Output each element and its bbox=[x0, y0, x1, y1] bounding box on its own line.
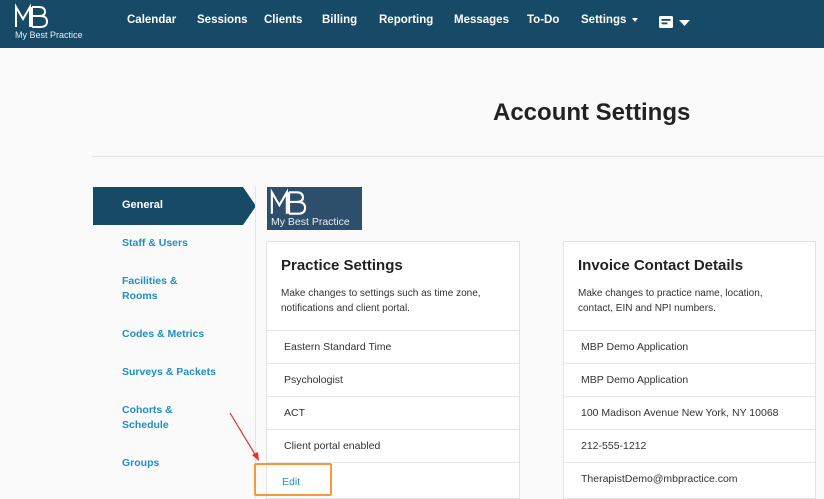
header-divider bbox=[92, 156, 824, 157]
card-footer bbox=[267, 462, 519, 495]
nav-reporting[interactable]: Reporting bbox=[379, 14, 433, 26]
contact-row-phone: 212-555-1212 bbox=[564, 429, 815, 462]
sidebar-item-facilities-rooms[interactable]: Facilities & Rooms bbox=[122, 274, 192, 304]
card-title: Practice Settings bbox=[281, 257, 403, 274]
brand-name: My Best Practice bbox=[15, 30, 83, 40]
app-logo[interactable]: My Best Practice bbox=[14, 3, 94, 43]
mb-logo-mark-icon bbox=[15, 3, 49, 28]
sidebar-item-codes-metrics[interactable]: Codes & Metrics bbox=[122, 327, 242, 342]
setting-row-client-portal: Client portal enabled bbox=[267, 429, 519, 462]
nav-sessions[interactable]: Sessions bbox=[197, 14, 248, 26]
setting-row-timezone: Eastern Standard Time bbox=[267, 330, 519, 363]
card-title: Invoice Contact Details bbox=[578, 257, 744, 274]
card-description: Make changes to practice name, location,… bbox=[578, 288, 763, 314]
sidebar-item-general[interactable]: General bbox=[93, 187, 256, 225]
sidebar-item-staff-users[interactable]: Staff & Users bbox=[122, 236, 242, 251]
invoice-contact-card: Invoice Contact Details Make changes to … bbox=[563, 241, 816, 499]
contact-row-practice-name: MBP Demo Application bbox=[564, 330, 815, 363]
setting-row-provider-type: Psychologist bbox=[267, 363, 519, 396]
sidebar-item-label: General bbox=[122, 199, 163, 211]
sidebar-item-cohorts-schedule[interactable]: Cohorts & Schedule bbox=[122, 403, 187, 433]
page-title: Account Settings bbox=[493, 99, 691, 126]
nav-clients[interactable]: Clients bbox=[264, 14, 302, 26]
nav-messages[interactable]: Messages bbox=[454, 14, 509, 26]
card-description: Make changes to settings such as time zo… bbox=[281, 288, 481, 314]
sidebar-item-groups[interactable]: Groups bbox=[122, 456, 242, 471]
practice-logo-text: My Best Practice bbox=[271, 216, 350, 228]
practice-settings-card: Practice Settings Make changes to settin… bbox=[266, 241, 520, 499]
message-box-icon[interactable] bbox=[658, 14, 692, 30]
practice-logo-image: My Best Practice bbox=[267, 187, 362, 230]
nav-settings-dropdown[interactable]: Settings bbox=[581, 14, 639, 26]
sidebar-item-surveys-packets[interactable]: Surveys & Packets bbox=[122, 365, 242, 380]
setting-row-modality: ACT bbox=[267, 396, 519, 429]
mb-logo-mark-icon bbox=[270, 188, 307, 215]
contact-row-email: TherapistDemo@mbpractice.com bbox=[564, 462, 815, 495]
red-arrow-icon bbox=[229, 412, 259, 461]
nav-todo[interactable]: To-Do bbox=[527, 14, 559, 26]
contact-row-billing-name: MBP Demo Application bbox=[564, 363, 815, 396]
top-navigation-bar: My Best Practice Calendar Sessions Clien… bbox=[0, 0, 824, 48]
nav-calendar[interactable]: Calendar bbox=[127, 14, 176, 26]
edit-practice-settings-link[interactable]: Edit bbox=[282, 476, 300, 488]
chevron-down-icon bbox=[632, 17, 639, 22]
nav-billing[interactable]: Billing bbox=[322, 14, 357, 26]
nav-settings-label: Settings bbox=[581, 14, 627, 26]
contact-row-address: 100 Madison Avenue New York, NY 10068 bbox=[564, 396, 815, 429]
